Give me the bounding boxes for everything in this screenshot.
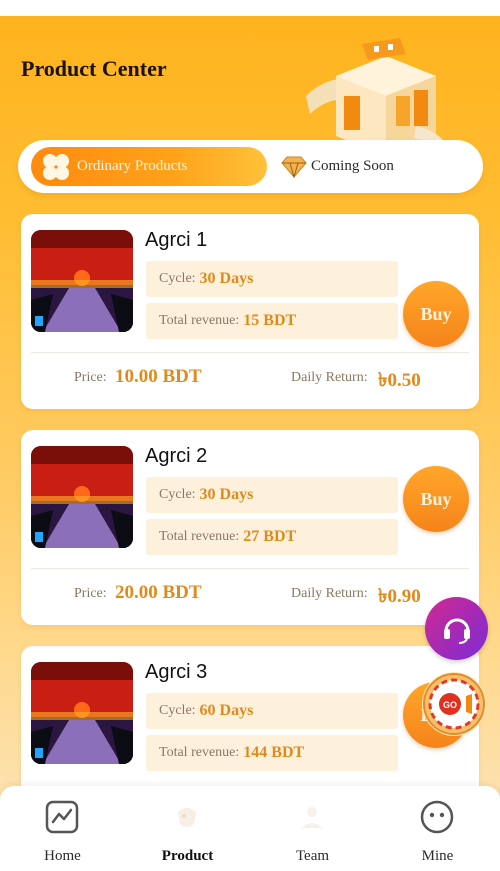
bottom-nav: Home Product Team Mine <box>0 786 500 871</box>
price-value: 10.00 BDT <box>115 366 202 387</box>
daily-return-label: Daily Return: <box>291 370 368 385</box>
price-label: Price: <box>74 586 107 601</box>
cycle-value: 30 Days <box>199 270 254 287</box>
revenue-value: 15 BDT <box>243 312 297 329</box>
cycle-field: Cycle: 30 Days <box>146 477 398 513</box>
daily-return-value: ৳0.50 <box>378 370 421 391</box>
lucky-wheel-button[interactable]: GO <box>422 672 486 736</box>
revenue-label: Total revenue: <box>159 745 240 760</box>
cycle-field: Cycle: 60 Days <box>146 693 398 729</box>
diamond-icon <box>281 156 307 178</box>
revenue-field: Total revenue: 27 BDT <box>146 519 398 555</box>
tab-coming-soon-label: Coming Soon <box>311 158 394 174</box>
nav-label-mine: Mine <box>421 848 454 864</box>
cycle-field: Cycle: 30 Days <box>146 261 398 297</box>
face-icon <box>420 800 454 834</box>
cycle-label: Cycle: <box>159 703 196 718</box>
product-name: Agrci 1 <box>145 229 208 251</box>
product-card: Agrci 2 Cycle: 30 Days Total revenue: 27… <box>21 430 479 625</box>
price-label: Price: <box>74 370 107 385</box>
divider <box>31 568 469 569</box>
buy-button[interactable]: Buy <box>403 466 469 532</box>
nav-item-team[interactable]: Team <box>250 786 375 871</box>
chart-icon <box>45 800 79 834</box>
product-image <box>31 446 133 548</box>
product-image <box>31 662 133 764</box>
product-tabs: Ordinary Products Coming Soon <box>18 140 483 193</box>
product-name: Agrci 3 <box>145 661 208 683</box>
revenue-field: Total revenue: 144 BDT <box>146 735 398 771</box>
product-image <box>31 230 133 332</box>
cycle-label: Cycle: <box>159 487 196 502</box>
nav-label-home: Home <box>44 848 81 864</box>
nav-item-product[interactable]: Product <box>125 786 250 871</box>
page-title: Product Center <box>21 56 167 81</box>
team-icon <box>302 807 322 828</box>
cycle-label: Cycle: <box>159 271 196 286</box>
price-value: 20.00 BDT <box>115 582 202 603</box>
revenue-label: Total revenue: <box>159 313 240 328</box>
product-card: Agrci 1 Cycle: 30 Days Total revenue: 15… <box>21 214 479 409</box>
wheel-go-text: GO <box>443 700 457 710</box>
status-bar <box>0 0 500 16</box>
cycle-value: 60 Days <box>199 702 254 719</box>
buy-button[interactable]: Buy <box>403 281 469 347</box>
product-name: Agrci 2 <box>145 445 208 467</box>
tab-ordinary-products[interactable]: Ordinary Products <box>31 147 267 186</box>
divider <box>31 352 469 353</box>
nav-label-team: Team <box>295 848 330 864</box>
cycle-value: 30 Days <box>199 486 254 503</box>
daily-return-label: Daily Return: <box>291 586 368 601</box>
revenue-value: 144 BDT <box>243 744 305 761</box>
product-card: Agrci 3 Cycle: 60 Days Total revenue: 14… <box>21 646 479 806</box>
nav-label-product: Product <box>161 848 214 864</box>
customer-support-button[interactable] <box>425 597 488 660</box>
daily-return-value: ৳0.90 <box>378 586 421 607</box>
clover-icon <box>43 153 69 180</box>
price-row: Price: 10.00 BDT Daily Return: ৳0.50 <box>21 364 479 394</box>
nav-item-mine[interactable]: Mine <box>375 786 500 871</box>
product-icon <box>178 808 196 827</box>
nav-item-home[interactable]: Home <box>0 786 125 871</box>
tab-coming-soon[interactable]: Coming Soon <box>281 147 394 186</box>
headset-icon <box>443 618 470 644</box>
revenue-value: 27 BDT <box>243 528 297 545</box>
wheel-icon: GO <box>423 673 485 735</box>
revenue-field: Total revenue: 15 BDT <box>146 303 398 339</box>
tab-ordinary-label: Ordinary Products <box>77 158 188 174</box>
price-row: Price: 20.00 BDT Daily Return: ৳0.90 <box>21 580 479 610</box>
revenue-label: Total revenue: <box>159 529 240 544</box>
